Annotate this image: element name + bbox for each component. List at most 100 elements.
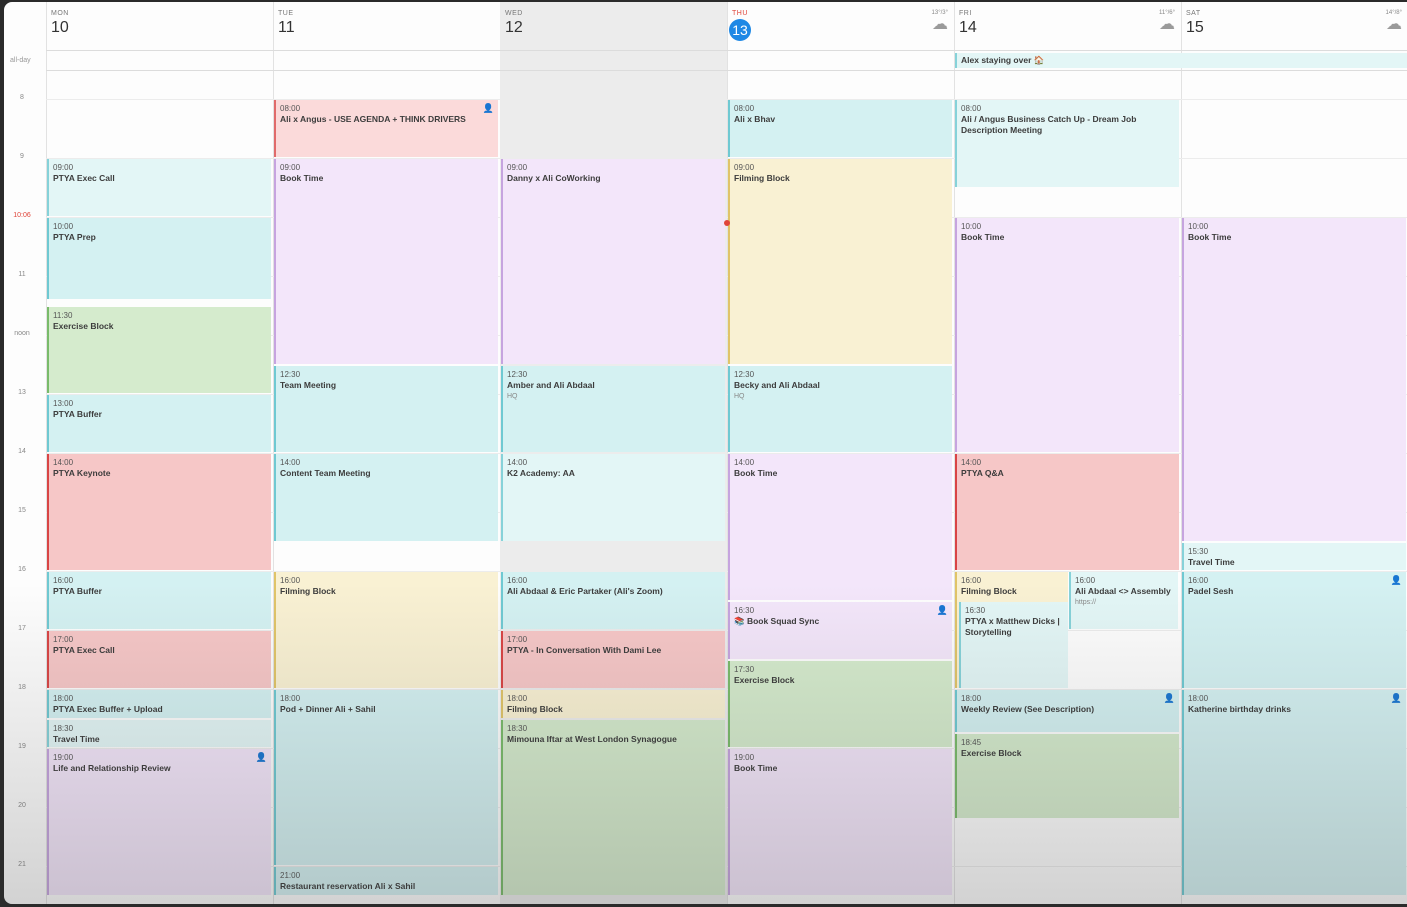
event-title: Ali x Bhav bbox=[734, 114, 776, 124]
event-time: 08:00 bbox=[961, 104, 982, 113]
calendar-event[interactable]: 18:00 PTYA Exec Buffer + Upload bbox=[47, 690, 271, 718]
day-of-week: FRI bbox=[959, 10, 972, 17]
calendar-event[interactable]: 18:00 Pod + Dinner Ali + Sahil bbox=[274, 690, 498, 865]
event-time: 14:00 bbox=[280, 458, 301, 467]
event-title: Ali Abdaal & Eric Partaker (Ali's Zoom) bbox=[507, 586, 663, 596]
event-title: Book Time bbox=[734, 468, 778, 478]
cloud-icon: ☁ bbox=[1159, 16, 1175, 33]
event-title: Ali x Angus - USE AGENDA + THINK DRIVERS bbox=[280, 114, 466, 124]
hour-label: 18 bbox=[18, 684, 26, 691]
day-header-tue[interactable]: TUE 11 bbox=[273, 2, 500, 50]
event-title: Katherine birthday drinks bbox=[1188, 704, 1291, 714]
event-time: 10:00 bbox=[53, 222, 74, 231]
cloud-icon: ☁ bbox=[1386, 16, 1402, 33]
attendees-icon: 👤 bbox=[1390, 693, 1402, 703]
calendar-event[interactable]: 14:00 K2 Academy: AA bbox=[501, 454, 725, 541]
day-header-sat[interactable]: SAT 15 14°/8° ☁ bbox=[1181, 2, 1407, 50]
day-header-mon[interactable]: MON 10 bbox=[46, 2, 273, 50]
event-time: 18:30 bbox=[507, 723, 528, 733]
calendar-event[interactable]: 16:00 PTYA Buffer bbox=[47, 572, 271, 629]
hour-label: 17 bbox=[18, 625, 26, 632]
attendees-icon: 👤 bbox=[1390, 575, 1402, 585]
calendar-event[interactable]: 19:00 Book Time bbox=[728, 749, 952, 895]
calendar-event[interactable]: 14:00 Book Time bbox=[728, 454, 952, 600]
calendar-event[interactable]: 11:30 Exercise Block bbox=[47, 306, 271, 393]
day-header-wed[interactable]: WED 12 bbox=[500, 2, 727, 50]
event-title: Filming Block bbox=[961, 586, 1017, 596]
event-time: 10:00 bbox=[961, 222, 982, 231]
hour-label: 13 bbox=[18, 389, 26, 396]
hour-label: 20 bbox=[18, 802, 26, 809]
event-title: Team Meeting bbox=[280, 379, 337, 390]
cloud-icon: ☁ bbox=[932, 16, 948, 33]
row-divider bbox=[46, 70, 1407, 71]
event-location: https:// bbox=[1075, 599, 1097, 606]
calendar-event[interactable]: 18:45 Exercise Block bbox=[955, 734, 1179, 818]
calendar-event[interactable]: 14:00 Content Team Meeting bbox=[274, 454, 498, 541]
event-time: 18:00 bbox=[507, 694, 528, 703]
calendar-event[interactable]: 10:00 PTYA Prep bbox=[47, 218, 271, 299]
calendar-event[interactable]: 09:00 Danny x Ali CoWorking bbox=[501, 159, 725, 364]
event-title: Book Time bbox=[280, 173, 324, 183]
calendar-event[interactable]: 12:30 Team Meeting bbox=[274, 365, 498, 452]
calendar-event[interactable]: 12:30 Becky and Ali Abdaal HQ bbox=[728, 365, 952, 452]
calendar-event[interactable]: 08:00 Ali x Angus - USE AGENDA + THINK DR… bbox=[274, 100, 498, 157]
calendar-event[interactable]: 08:00 Ali x Bhav bbox=[728, 100, 952, 157]
hour-label: 16 bbox=[18, 566, 26, 573]
calendar-event[interactable]: 17:00 PTYA Exec Call bbox=[47, 631, 271, 688]
event-time: 17:00 bbox=[507, 635, 528, 644]
event-title: PTYA Keynote bbox=[53, 468, 111, 478]
calendar-event[interactable]: 17:30 Exercise Block bbox=[728, 660, 952, 747]
event-title: Filming Block bbox=[507, 704, 563, 714]
event-time: 09:00 bbox=[280, 163, 301, 172]
event-time: 18:00 bbox=[961, 694, 982, 703]
event-time: 09:00 bbox=[53, 163, 74, 172]
calendar-event[interactable]: 16:00 Ali Abdaal & Eric Partaker (Ali's Z… bbox=[501, 572, 725, 629]
calendar-event[interactable]: 14:00 PTYA Q&A bbox=[955, 454, 1179, 570]
calendar-event[interactable]: 16:30 📚 Book Squad Sync 👤 bbox=[728, 601, 952, 659]
calendar-event[interactable]: 15:30 Travel Time bbox=[1182, 542, 1406, 570]
calendar-event[interactable]: 09:00 Filming Block bbox=[728, 159, 952, 364]
event-title: PTYA x Matthew Dicks | Storytelling bbox=[965, 615, 1060, 637]
event-title: Becky and Ali Abdaal bbox=[734, 379, 820, 390]
event-title: PTYA Buffer bbox=[53, 586, 102, 596]
event-time: 10:00 bbox=[1188, 222, 1209, 231]
calendar-event[interactable]: 09:00 Book Time bbox=[274, 159, 498, 364]
calendar-event[interactable]: 14:00 PTYA Keynote bbox=[47, 454, 271, 570]
event-title: Exercise Block bbox=[53, 320, 114, 331]
calendar-event[interactable]: 16:00 Ali Abdaal <> Assembly https:// bbox=[1069, 572, 1178, 629]
event-title: PTYA Prep bbox=[53, 232, 96, 242]
all-day-event[interactable]: Alex staying over 🏠 bbox=[955, 53, 1407, 68]
calendar-event[interactable]: 19:00 Life and Relationship Review 👤 bbox=[47, 749, 271, 895]
event-title: Ali / Angus Business Catch Up - Dream Jo… bbox=[961, 114, 1137, 135]
day-header-thu[interactable]: THU 13 13°/3° ☁ bbox=[727, 2, 954, 50]
event-title: Book Time bbox=[1188, 232, 1232, 242]
event-time: 19:00 bbox=[734, 753, 755, 762]
day-number: 15 bbox=[1186, 19, 1204, 36]
event-time: 16:00 bbox=[961, 576, 982, 585]
calendar-event[interactable]: 16:00 Padel Sesh 👤 bbox=[1182, 572, 1406, 688]
event-time: 18:00 bbox=[1188, 694, 1209, 703]
calendar-event[interactable]: 12:30 Amber and Ali Abdaal HQ bbox=[501, 365, 725, 452]
calendar-event[interactable]: 09:00 PTYA Exec Call bbox=[47, 159, 271, 216]
calendar-event[interactable]: 16:30 PTYA x Matthew Dicks | Storytelling bbox=[959, 601, 1068, 688]
calendar-event[interactable]: 08:00 Ali / Angus Business Catch Up - Dre… bbox=[955, 100, 1179, 187]
calendar-event[interactable]: 18:30 Mimouna Iftar at West London Synago… bbox=[501, 719, 725, 895]
hour-label: 15 bbox=[18, 507, 26, 514]
calendar-event[interactable]: 18:00 Weekly Review (See Description) 👤 bbox=[955, 690, 1179, 733]
calendar-event[interactable]: 10:00 Book Time bbox=[955, 218, 1179, 452]
calendar-event[interactable]: 18:00 Filming Block bbox=[501, 690, 725, 718]
day-header-fri[interactable]: FRI 14 11°/6° ☁ bbox=[954, 2, 1181, 50]
calendar-event[interactable]: 16:00 Filming Block bbox=[274, 572, 498, 688]
calendar-event[interactable]: 18:00 Katherine birthday drinks 👤 bbox=[1182, 690, 1406, 895]
event-time: 17:00 bbox=[53, 635, 74, 644]
day-of-week: WED bbox=[505, 10, 523, 17]
calendar-event[interactable]: 21:00 Restaurant reservation Ali x Sahil bbox=[274, 867, 498, 895]
calendar-event[interactable]: 13:00 PTYA Buffer bbox=[47, 395, 271, 452]
event-time: 19:00 bbox=[53, 753, 74, 762]
day-number: 10 bbox=[51, 19, 69, 36]
calendar-event[interactable]: 18:30 Travel Time bbox=[47, 719, 271, 747]
calendar-event[interactable]: 10:00 Book Time bbox=[1182, 218, 1406, 541]
calendar-event[interactable]: 17:00 PTYA - In Conversation With Dami Le… bbox=[501, 631, 725, 688]
event-title: Mimouna Iftar at West London Synagogue bbox=[507, 733, 677, 744]
